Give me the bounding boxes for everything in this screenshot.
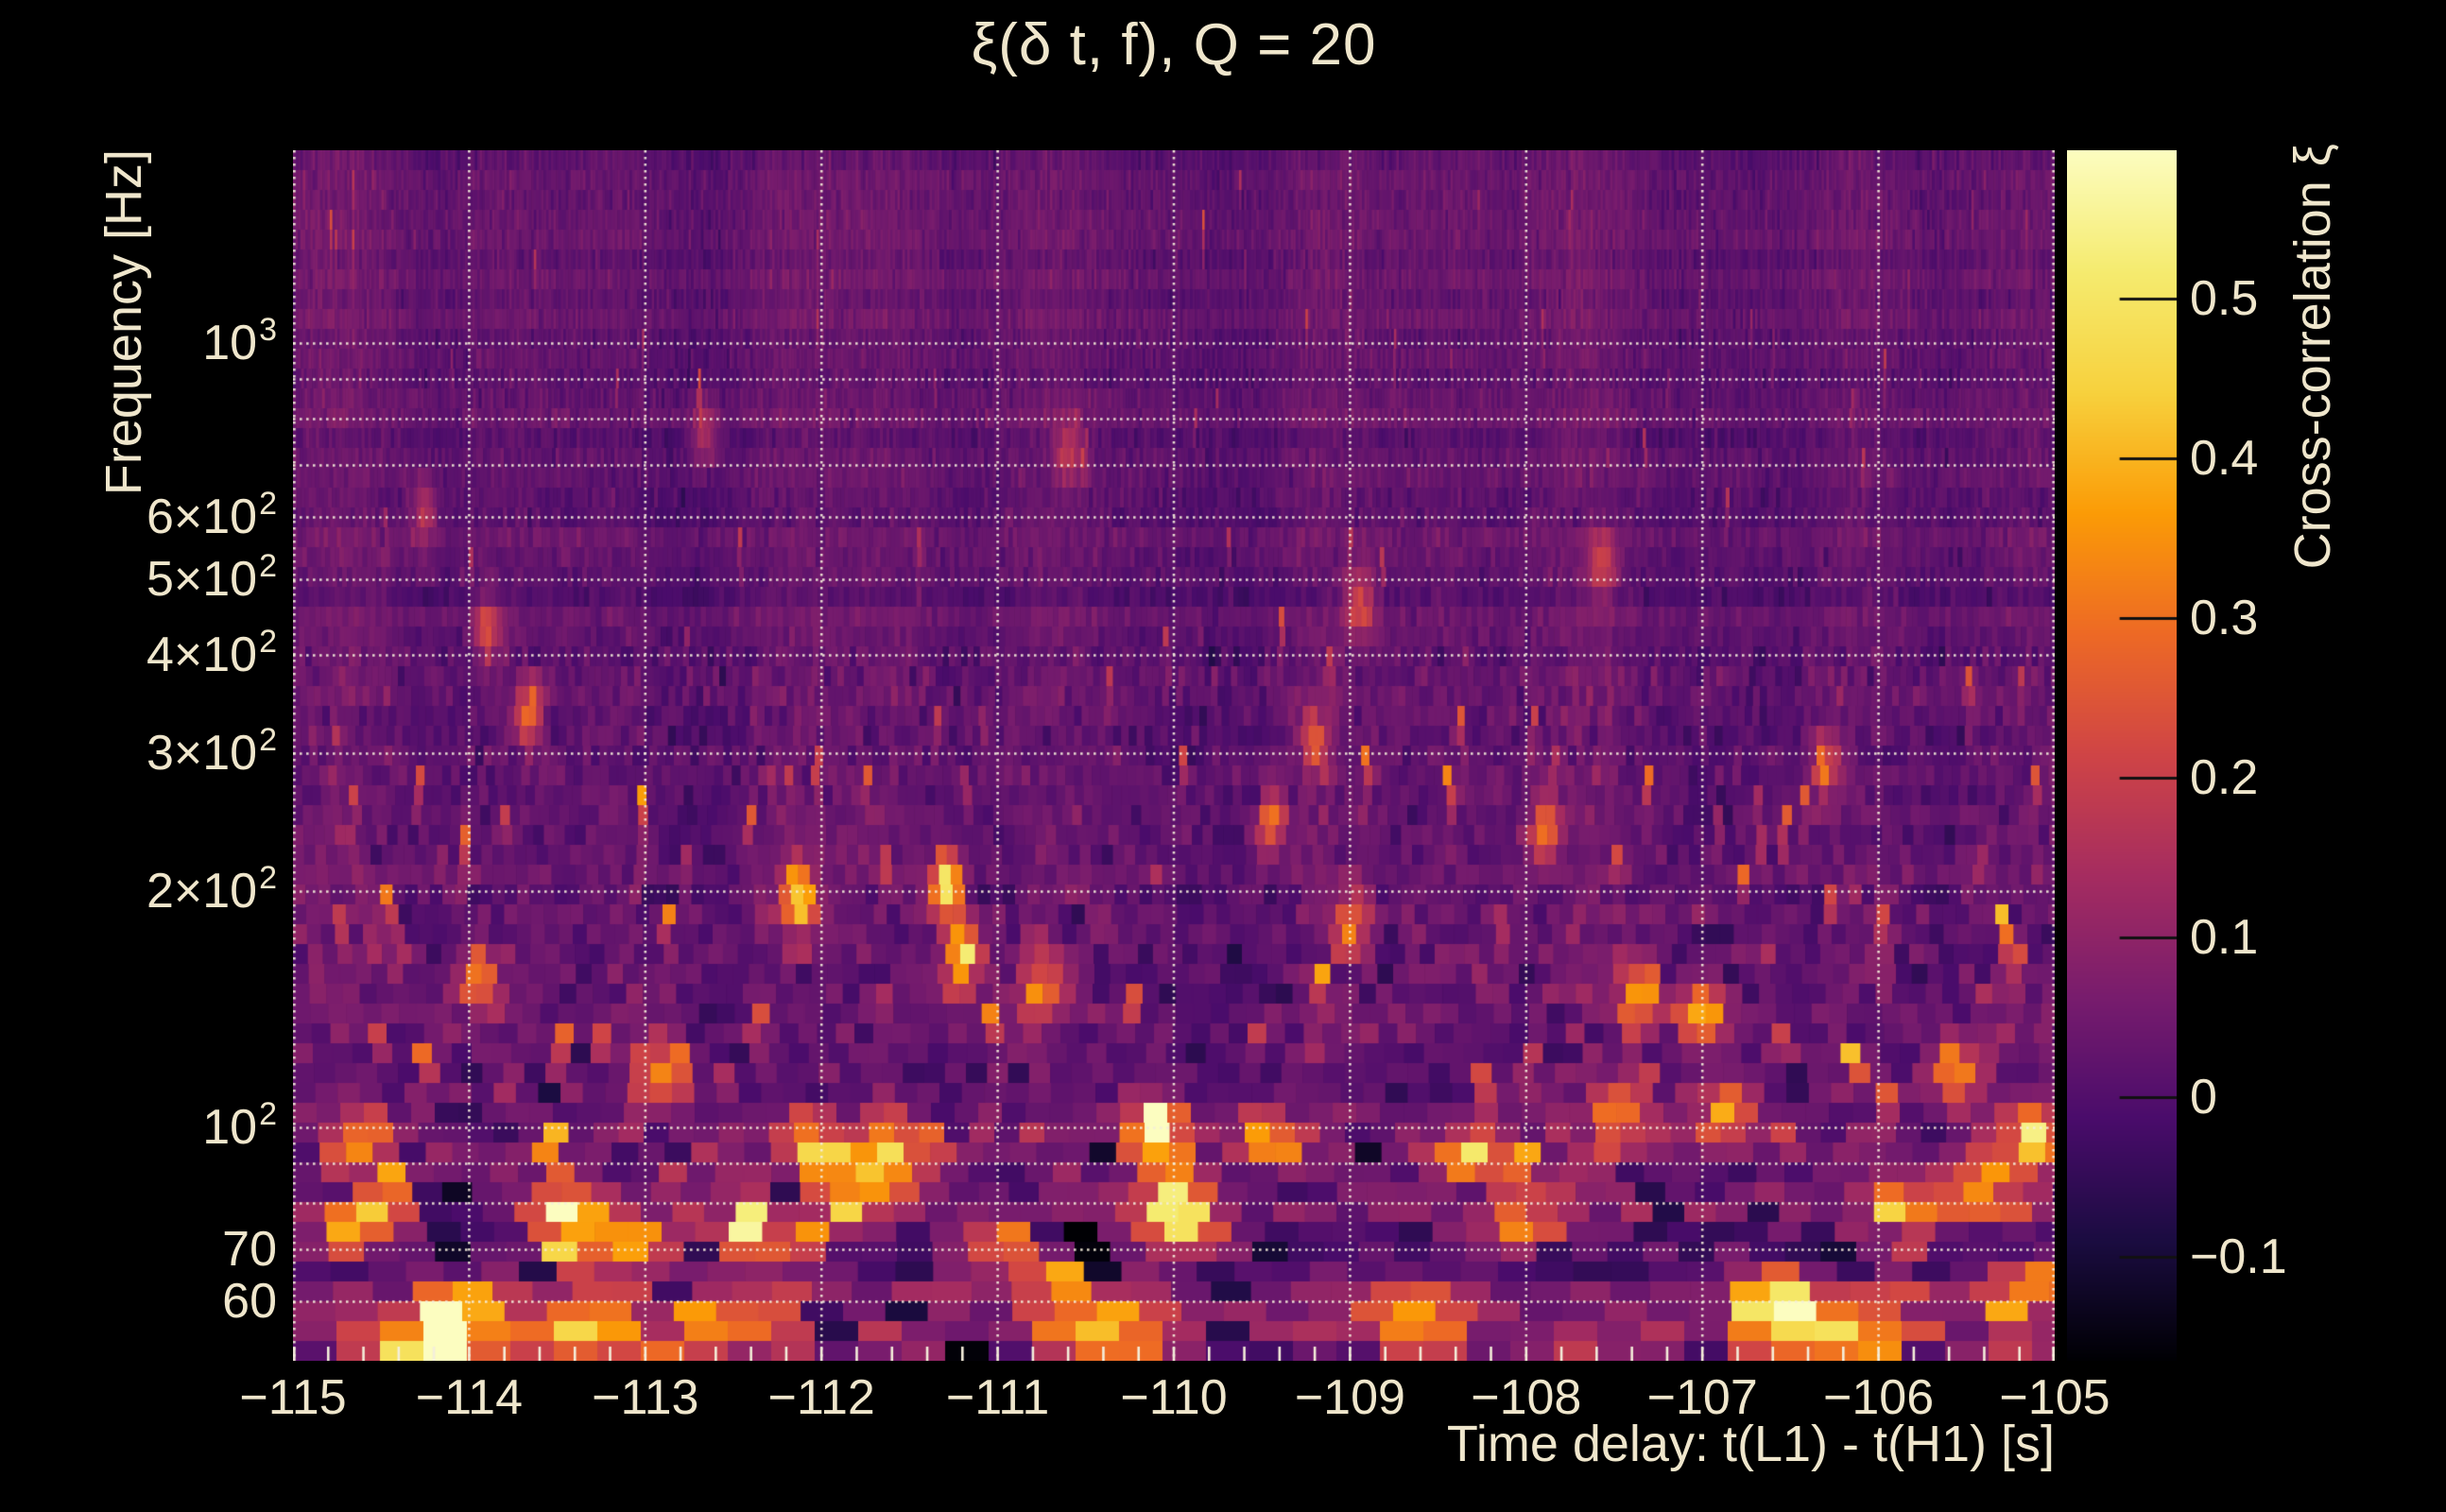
y-tick-label: 4×102 [38,627,277,688]
y-tick-label: 3×102 [38,726,277,786]
y-tick-label: 6×102 [38,490,277,550]
x-tick-label: −112 [736,1370,906,1425]
y-tick-label: 5×102 [38,552,277,612]
x-tick-label: −109 [1265,1370,1435,1425]
figure-root: { "title": "ξ(δ t, f), Q = 20", "colors"… [0,0,2446,1512]
x-tick-label: −114 [384,1370,554,1425]
colorbar-tick-label: 0.4 [2190,431,2436,486]
x-tick-label: −108 [1441,1370,1611,1425]
y-tick-label: 70 [38,1222,277,1277]
x-tick-label: −106 [1794,1370,1964,1425]
x-tick-label: −111 [913,1370,1083,1425]
y-tick-label: 103 [38,316,277,376]
colorbar-title: Cross-correlation ξ [2283,144,2342,569]
y-tick-label: 60 [38,1274,277,1329]
colorbar-tick-label: 0.1 [2190,910,2436,965]
x-tick-label: −105 [1970,1370,2140,1425]
colorbar-tick-label: 0.5 [2190,271,2436,326]
colorbar-tick-label: −0.1 [2190,1229,2436,1284]
spectrogram-heatmap [293,150,2055,1361]
chart-title: ξ(δ t, f), Q = 20 [293,11,2055,78]
x-tick-label: −107 [1617,1370,1787,1425]
colorbar-tick-label: 0.2 [2190,750,2436,805]
colorbar-gradient [2067,150,2177,1361]
x-tick-label: −113 [560,1370,731,1425]
x-tick-label: −115 [208,1370,378,1425]
colorbar-tick-label: 0 [2190,1070,2436,1125]
x-tick-label: −110 [1089,1370,1259,1425]
y-tick-label: 102 [38,1100,277,1160]
colorbar-tick-label: 0.3 [2190,591,2436,645]
y-tick-label: 2×102 [38,864,277,924]
